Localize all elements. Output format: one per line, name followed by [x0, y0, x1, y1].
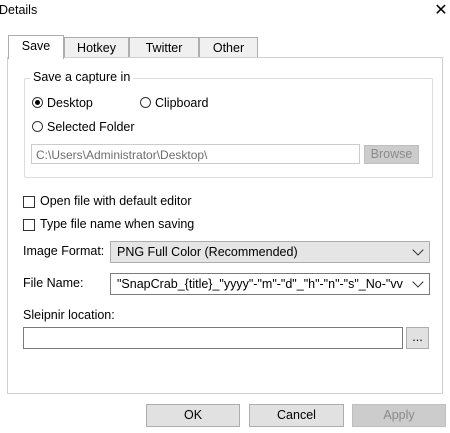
file-name-value: "SnapCrab_{title}_"yyyy"-"m"-"d"_"h"-"n"…: [117, 277, 403, 291]
type-name-label[interactable]: Type file name when saving: [40, 217, 194, 231]
image-format-select[interactable]: PNG Full Color (Recommended): [110, 241, 430, 263]
type-name-checkbox[interactable]: [23, 219, 35, 231]
tab-hotkey[interactable]: Hotkey: [64, 37, 129, 57]
selected-folder-radio[interactable]: [32, 121, 43, 132]
capture-location-legend: Save a capture in: [30, 70, 134, 84]
sleipnir-location-input[interactable]: [23, 327, 403, 349]
clipboard-radio[interactable]: [140, 97, 151, 108]
tab-twitter[interactable]: Twitter: [129, 37, 199, 57]
radio-selected-dot: [35, 100, 40, 105]
folder-path-input[interactable]: C:\Users\Administrator\Desktop\: [31, 144, 360, 164]
ok-button[interactable]: OK: [146, 404, 240, 427]
open-editor-checkbox[interactable]: [23, 196, 35, 208]
apply-button[interactable]: Apply: [352, 404, 446, 427]
chevron-down-icon: [412, 244, 424, 256]
close-icon[interactable]: ✕: [432, 0, 450, 22]
title-bar: Details ✕: [0, 0, 450, 24]
chevron-down-icon: [412, 276, 424, 288]
window-title: Details: [0, 3, 38, 17]
desktop-radio[interactable]: [32, 97, 43, 108]
image-format-value: PNG Full Color (Recommended): [117, 245, 298, 259]
sleipnir-browse-button[interactable]: ...: [406, 327, 429, 349]
browse-button[interactable]: Browse: [364, 145, 419, 164]
desktop-radio-label[interactable]: Desktop: [47, 96, 93, 110]
image-format-label: Image Format:: [23, 244, 105, 258]
file-name-label: File Name:: [23, 276, 84, 290]
tab-save[interactable]: Save: [8, 35, 64, 59]
file-name-combobox[interactable]: "SnapCrab_{title}_"yyyy"-"m"-"d"_"h"-"n"…: [110, 273, 430, 295]
cancel-button[interactable]: Cancel: [249, 404, 344, 427]
clipboard-radio-label[interactable]: Clipboard: [155, 96, 209, 110]
tab-other[interactable]: Other: [199, 37, 258, 57]
sleipnir-location-label: Sleipnir location:: [23, 308, 115, 322]
open-editor-label[interactable]: Open file with default editor: [40, 194, 191, 208]
selected-folder-radio-label[interactable]: Selected Folder: [47, 120, 135, 134]
